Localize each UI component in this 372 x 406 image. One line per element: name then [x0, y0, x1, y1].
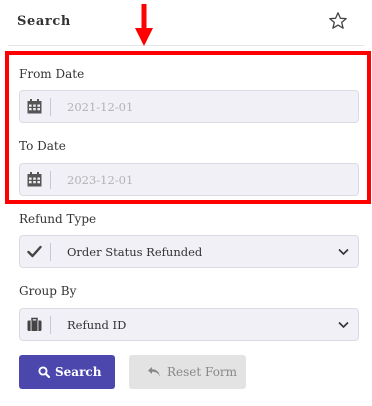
reset-form-button[interactable]: Reset Form [129, 355, 246, 389]
search-button-label: Search [55, 365, 102, 379]
red-arrow-annotation [135, 4, 153, 46]
to-date-input[interactable]: 2023-12-01 [67, 173, 133, 187]
from-date-field[interactable]: 2021-12-01 [19, 90, 359, 123]
to-date-label: To Date [19, 139, 66, 153]
panel-title: Search [17, 14, 71, 29]
group-by-value: Refund ID [67, 318, 127, 332]
header-divider [8, 45, 364, 46]
group-by-label: Group By [19, 284, 77, 298]
search-icon [38, 366, 50, 378]
calendar-icon [27, 99, 42, 114]
to-date-field[interactable]: 2023-12-01 [19, 163, 359, 196]
field-separator [50, 171, 51, 189]
refund-type-value: Order Status Refunded [67, 245, 203, 259]
from-date-input[interactable]: 2021-12-01 [67, 100, 133, 114]
undo-icon [148, 367, 160, 377]
chevron-down-icon[interactable] [338, 321, 349, 329]
chevron-down-icon[interactable] [338, 248, 349, 256]
group-by-select[interactable]: Refund ID [19, 308, 359, 341]
star-icon[interactable] [328, 11, 348, 31]
check-icon [27, 245, 42, 258]
reset-form-label: Reset Form [167, 365, 238, 379]
briefcase-icon [27, 317, 42, 331]
from-date-label: From Date [19, 67, 85, 81]
refund-type-select[interactable]: Order Status Refunded [19, 235, 359, 268]
field-separator [50, 243, 51, 261]
refund-type-label: Refund Type [19, 212, 97, 226]
field-separator [50, 316, 51, 334]
field-separator [50, 98, 51, 116]
panel-header: Search [0, 0, 372, 46]
calendar-icon [27, 172, 42, 187]
search-button[interactable]: Search [19, 355, 115, 389]
